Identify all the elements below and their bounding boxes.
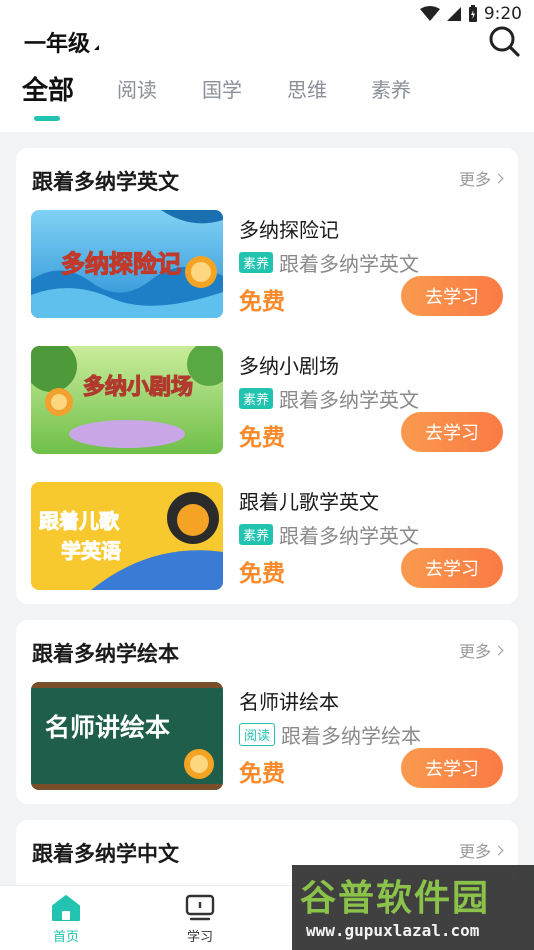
price-label: 免费 bbox=[239, 425, 285, 451]
section-card: 跟着多纳学绘本 更多 名师讲绘本 名师讲绘本 阅读 跟着多纳学绘本 免费 去学习 bbox=[16, 620, 518, 804]
price-label: 免费 bbox=[239, 561, 285, 587]
tab-literacy[interactable]: 素养 bbox=[371, 74, 411, 103]
nav-study-label: 学习 bbox=[186, 930, 213, 945]
grade-selector[interactable]: 一年级 bbox=[24, 26, 100, 58]
study-icon bbox=[185, 894, 215, 921]
top-bar: 9:20 一年级 全部 阅读 国学 思维 素养 bbox=[0, 0, 534, 132]
course-thumbnail: 多纳探险记 bbox=[31, 210, 223, 318]
chevron-right-icon bbox=[493, 173, 504, 183]
nav-home-label: 首页 bbox=[52, 930, 79, 945]
nav-home[interactable]: 首页 bbox=[36, 894, 96, 945]
course-title: 跟着儿歌学英文 bbox=[239, 490, 379, 514]
course-meta: 素养 跟着多纳学英文 bbox=[239, 384, 419, 413]
more-link[interactable]: 更多 bbox=[458, 166, 504, 190]
tab-reading[interactable]: 阅读 bbox=[117, 74, 157, 103]
course-title: 名师讲绘本 bbox=[239, 690, 339, 714]
price-label: 免费 bbox=[239, 289, 285, 315]
wifi-icon bbox=[419, 6, 440, 21]
grade-label: 一年级 bbox=[24, 32, 91, 57]
course-title: 多纳探险记 bbox=[239, 218, 339, 242]
signal-icon bbox=[446, 7, 461, 21]
course-item[interactable]: 跟着儿歌 学英语 跟着儿歌学英文 素养 跟着多纳学英文 免费 去学习 bbox=[31, 482, 503, 592]
more-link[interactable]: 更多 bbox=[458, 638, 504, 662]
search-icon[interactable] bbox=[488, 25, 520, 57]
go-study-button[interactable]: 去学习 bbox=[401, 748, 503, 788]
course-item[interactable]: 多纳小剧场 多纳小剧场 素养 跟着多纳学英文 免费 去学习 bbox=[31, 346, 503, 456]
course-series: 跟着多纳学绘本 bbox=[281, 724, 422, 748]
thumb-text: 多纳探险记 bbox=[61, 250, 181, 278]
battery-icon bbox=[468, 5, 477, 22]
watermark: 谷普软件园 www.gupuxlazal.com bbox=[292, 865, 534, 950]
thumb-text-line2: 学英语 bbox=[61, 539, 121, 563]
tab-all[interactable]: 全部 bbox=[22, 70, 74, 107]
section-title: 跟着多纳学绘本 bbox=[32, 642, 179, 666]
thumb-text: 名师讲绘本 bbox=[45, 713, 170, 742]
status-bar: 9:20 bbox=[419, 4, 522, 24]
watermark-title: 谷普软件园 bbox=[300, 878, 491, 919]
chevron-right-icon bbox=[493, 845, 504, 855]
course-thumbnail: 名师讲绘本 bbox=[31, 682, 223, 790]
home-icon bbox=[52, 895, 80, 921]
section-title: 跟着多纳学中文 bbox=[32, 842, 179, 866]
course-series: 跟着多纳学英文 bbox=[279, 524, 420, 548]
more-label: 更多 bbox=[458, 842, 491, 861]
caret-icon bbox=[94, 44, 100, 50]
course-title: 多纳小剧场 bbox=[239, 354, 339, 378]
course-item[interactable]: 名师讲绘本 名师讲绘本 阅读 跟着多纳学绘本 免费 去学习 bbox=[31, 682, 503, 792]
go-study-button[interactable]: 去学习 bbox=[401, 412, 503, 452]
category-badge: 阅读 bbox=[239, 723, 276, 746]
tab-indicator bbox=[34, 116, 60, 121]
chevron-right-icon bbox=[493, 645, 504, 655]
course-thumbnail: 多纳小剧场 bbox=[31, 346, 223, 454]
category-tabs: 全部 阅读 国学 思维 素养 bbox=[0, 74, 534, 124]
price-label: 免费 bbox=[239, 761, 285, 787]
nav-study[interactable]: 学习 bbox=[170, 894, 230, 945]
course-meta: 素养 跟着多纳学英文 bbox=[239, 248, 419, 277]
category-badge: 素养 bbox=[239, 252, 274, 273]
course-series: 跟着多纳学英文 bbox=[279, 252, 420, 276]
watermark-url: www.gupuxlazal.com bbox=[306, 921, 480, 940]
tab-thinking[interactable]: 思维 bbox=[287, 74, 327, 103]
thumb-text: 多纳小剧场 bbox=[83, 374, 193, 400]
more-label: 更多 bbox=[458, 170, 491, 189]
course-series: 跟着多纳学英文 bbox=[279, 388, 420, 412]
more-link[interactable]: 更多 bbox=[458, 838, 504, 862]
course-item[interactable]: 多纳探险记 多纳探险记 素养 跟着多纳学英文 免费 去学习 bbox=[31, 210, 503, 320]
section-title: 跟着多纳学英文 bbox=[32, 170, 179, 194]
course-meta: 素养 跟着多纳学英文 bbox=[239, 520, 419, 549]
status-time: 9:20 bbox=[483, 4, 522, 24]
go-study-button[interactable]: 去学习 bbox=[401, 276, 503, 316]
category-badge: 素养 bbox=[239, 524, 274, 545]
course-thumbnail: 跟着儿歌 学英语 bbox=[31, 482, 223, 590]
more-label: 更多 bbox=[458, 642, 491, 661]
thumb-text-line1: 跟着儿歌 bbox=[39, 509, 120, 533]
tab-guoxue[interactable]: 国学 bbox=[202, 74, 242, 103]
section-card: 跟着多纳学英文 更多 多纳探险记 多纳探险记 素养 跟着多纳学英文 免费 去学习 bbox=[16, 148, 518, 604]
course-meta: 阅读 跟着多纳学绘本 bbox=[239, 720, 421, 749]
category-badge: 素养 bbox=[239, 388, 274, 409]
go-study-button[interactable]: 去学习 bbox=[401, 548, 503, 588]
